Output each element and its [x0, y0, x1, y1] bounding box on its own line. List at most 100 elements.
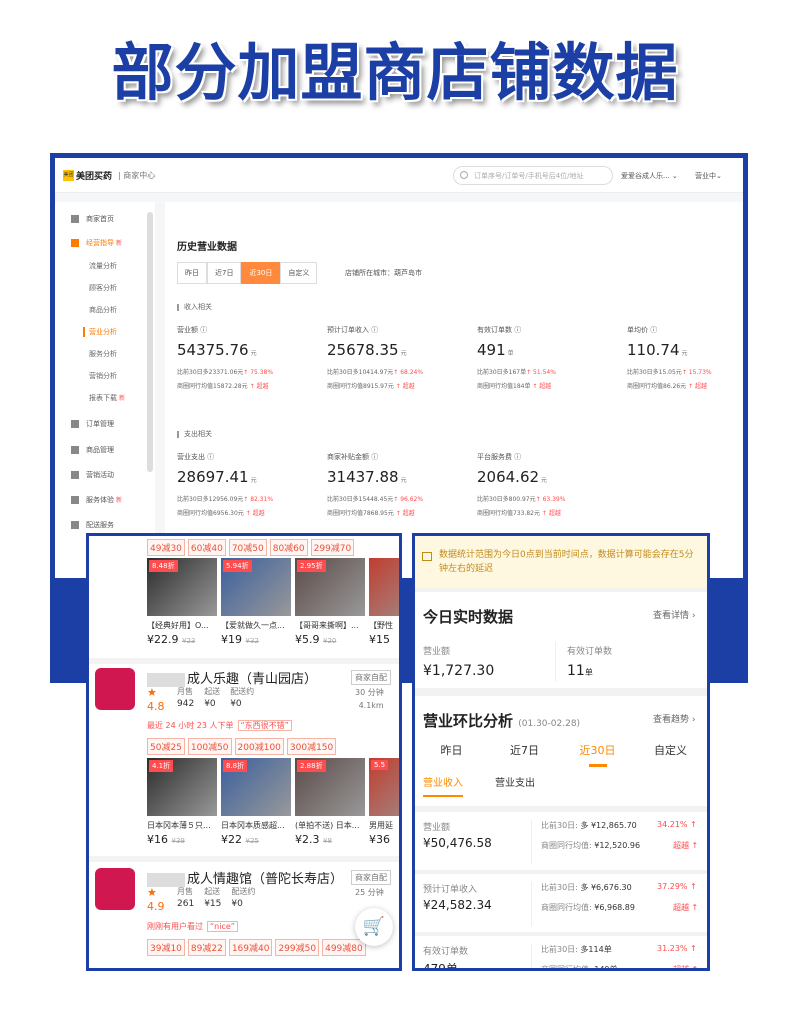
coupon-row: 50减25 100减50 200减100 300减150: [147, 738, 337, 755]
shop-stats: 月售 942 起送 ¥0 配送约 ¥0: [177, 687, 255, 709]
row-peer: 商圈同行均值: ¥12,520.96: [541, 840, 640, 851]
product-card[interactable]: 8.8折 日本冈本质感超... ¥22 ¥25: [221, 758, 291, 846]
sidebar-sub-report[interactable]: 报表下载新: [89, 393, 125, 403]
coupon[interactable]: 499减80: [322, 939, 366, 956]
metric-row[interactable]: 营业额 ¥50,476.58 比前30日: 多 ¥12,865.70 34.21% ↑…: [415, 812, 707, 870]
coupon[interactable]: 50减25: [147, 738, 185, 755]
top-bar: 美团 美团买药 | 商家中心 订单序号/订单号/手机号后4位/地址 爱爱谷成人乐…: [55, 158, 743, 193]
product-card[interactable]: 【野性 ¥15: [369, 558, 399, 646]
peer-value: ¥12,520.96: [594, 841, 641, 850]
product-image[interactable]: 8.48折: [147, 558, 217, 616]
product-name: 【野性: [369, 621, 393, 630]
coupon[interactable]: 70减50: [228, 539, 267, 556]
product-card[interactable]: 5.5 男用延 ¥36: [369, 758, 399, 846]
shop-logo[interactable]: [95, 868, 135, 910]
coupon[interactable]: 49减30: [147, 539, 185, 556]
trend-link[interactable]: 查看趋势 ›: [653, 712, 695, 725]
coupon[interactable]: 100减50: [187, 738, 232, 755]
tab-30days[interactable]: 近30日: [561, 742, 634, 767]
metric-row[interactable]: 有效订单数 479单 比前30日: 多114单 31.23% ↑ 商圈同行均值: 149…: [415, 936, 707, 971]
metric-peer: 商圈同行均值6956.30元 ↑ 超越: [177, 508, 327, 517]
metric-card: 单均价 ⓘ 110.74 元比前30日多15.05元↑ 15.73% 商圈同行均值86…: [627, 325, 743, 390]
shop-hint: 刚刚有用户看过 “nice”: [147, 921, 238, 932]
app-logo-text[interactable]: 美团买药: [76, 169, 112, 182]
peer-text: 商圈同行均值733.82元: [477, 510, 540, 517]
realtime-title: 今日实时数据: [423, 608, 514, 626]
product-price: ¥36: [369, 833, 399, 846]
metric-peer: 商圈同行均值8915.97元 ↑ 超越: [327, 381, 477, 390]
original-price: ¥8: [323, 837, 332, 845]
coupon[interactable]: 169减40: [228, 939, 273, 956]
tab-7days[interactable]: 近7日: [207, 262, 242, 284]
delivery-info: 30 分钟 4.1km: [355, 688, 384, 710]
notice-bar: 数据统计范围为今日0点到当前时间点，数据计算可能会存在5分钟左右的延迟: [415, 536, 707, 588]
product-card[interactable]: 2.88折 (单拍不送) 日本... ¥2.3 ¥8: [295, 758, 365, 846]
peer-tag: ↑ 超越: [688, 383, 708, 390]
product-card[interactable]: 5.94折 【爱就做久一点... ¥19 ¥32: [221, 558, 291, 646]
delivery-info: 25 分钟: [355, 888, 384, 897]
product-image[interactable]: 5.5: [369, 758, 399, 816]
tab-yesterday[interactable]: 昨日: [415, 742, 488, 767]
metric-card: 商家补贴金额 ⓘ 31437.88 元比前30日多15448.45元↑ 96.62%…: [327, 452, 477, 517]
product-card[interactable]: 4.1折 日本冈本薄５只... ¥16 ¥39: [147, 758, 217, 846]
tab-income[interactable]: 营业收入: [423, 774, 463, 797]
shop-logo[interactable]: [95, 668, 135, 710]
product-card[interactable]: 2.95折 【哥哥来撕啊】... ¥5.9 ¥20: [295, 558, 365, 646]
coupon[interactable]: 200减100: [234, 738, 284, 755]
coupon[interactable]: 60减40: [187, 539, 226, 556]
price: ¥22.9: [147, 633, 179, 646]
sidebar-item-service[interactable]: 服务体验新: [71, 495, 122, 505]
blurred-text: [147, 672, 185, 687]
coupon[interactable]: 39减10: [147, 939, 185, 956]
compare-value: 多 ¥6,676.30: [580, 883, 632, 892]
sidebar-sub-business[interactable]: 营业分析: [83, 327, 117, 337]
shop-name[interactable]: 成人情趣馆（普陀长寿店）: [147, 868, 343, 887]
tab-expense[interactable]: 营业支出: [495, 774, 535, 789]
product-image[interactable]: [369, 558, 399, 616]
coupon[interactable]: 300减150: [286, 738, 337, 755]
tab-custom[interactable]: 自定义: [280, 262, 318, 284]
sidebar-scrollbar[interactable]: [147, 212, 153, 472]
product-image[interactable]: 5.94折: [221, 558, 291, 616]
metric-row[interactable]: 预计订单收入 ¥24,582.34 比前30日: 多 ¥6,676.30 37.29%…: [415, 874, 707, 932]
sidebar-item-goods[interactable]: 商品管理: [71, 445, 114, 455]
tab-7days[interactable]: 近7日: [488, 742, 561, 767]
metric-peer: 商圈同行均值184单 ↑ 超越: [477, 381, 627, 390]
cart-icon[interactable]: 🛒: [355, 908, 393, 946]
discount-badge: 8.8折: [223, 760, 248, 772]
sidebar-sub-service[interactable]: 服务分析: [89, 349, 117, 359]
sidebar-item-marketing[interactable]: 营销活动: [71, 470, 114, 480]
product-image[interactable]: 4.1折: [147, 758, 217, 816]
status-select[interactable]: 营业中⌄: [695, 171, 722, 181]
coupon[interactable]: 80减60: [269, 539, 308, 556]
metric-value: 491 单: [477, 341, 627, 359]
tab-yesterday[interactable]: 昨日: [177, 262, 207, 284]
sidebar-sub-goods[interactable]: 商品分析: [89, 305, 117, 315]
shop-name[interactable]: 成人乐趣（青山园店）: [147, 668, 317, 687]
tab-30days[interactable]: 近30日: [241, 262, 281, 284]
coupon[interactable]: 89减22: [187, 939, 226, 956]
row-value: 479单: [423, 962, 458, 971]
metric-number: 110.74: [627, 341, 680, 359]
store-select[interactable]: 爱爱谷成人乐... ⌄: [621, 171, 678, 181]
compare-label: 比前30日:: [541, 945, 578, 954]
coupon-row: 49减30 60减40 70减50 80减60 299减70: [147, 539, 355, 556]
business-stats-screenshot: 数据统计范围为今日0点到当前时间点，数据计算可能会存在5分钟左右的延迟 今日实时…: [412, 533, 710, 971]
product-image[interactable]: 2.95折: [295, 558, 365, 616]
coupon[interactable]: 299减70: [310, 539, 355, 556]
sidebar-sub-customer[interactable]: 顾客分析: [89, 283, 117, 293]
sidebar-item-orders[interactable]: 订单管理: [71, 419, 114, 429]
coupon[interactable]: 299减50: [275, 939, 320, 956]
product-image[interactable]: 2.88折: [295, 758, 365, 816]
details-link[interactable]: 查看详情 ›: [653, 608, 695, 621]
tab-custom[interactable]: 自定义: [634, 742, 707, 767]
peer-tag: ↑ 超越: [395, 510, 415, 517]
sidebar-item-guide[interactable]: 经营指导新: [71, 238, 122, 248]
product-card[interactable]: 8.48折 【经典好用】O... ¥22.9 ¥23: [147, 558, 217, 646]
sidebar-item-delivery[interactable]: 配送服务: [71, 520, 114, 530]
sidebar-sub-marketing[interactable]: 营销分析: [89, 371, 117, 381]
search-input[interactable]: 订单序号/订单号/手机号后4位/地址: [453, 166, 613, 185]
sidebar-sub-traffic[interactable]: 流量分析: [89, 261, 117, 271]
sidebar-item-home[interactable]: 商家首页: [71, 214, 114, 224]
product-image[interactable]: 8.8折: [221, 758, 291, 816]
